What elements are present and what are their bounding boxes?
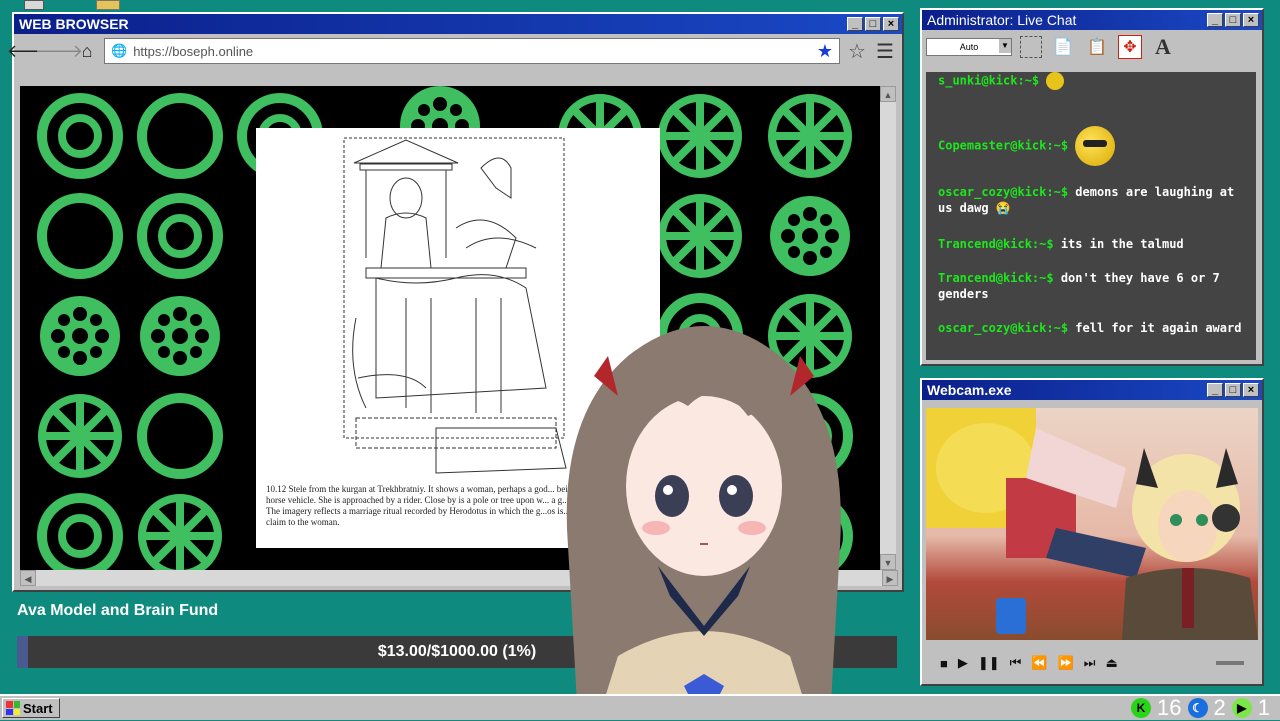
stop-icon[interactable]: ■ [940, 656, 948, 671]
windows-logo-icon [6, 701, 20, 715]
menu-icon[interactable]: ☰ [874, 40, 896, 63]
media-player-controls: ■ ▶ ❚❚ ⏮ ⏪ ⏩ ⏭ ⏏ [926, 648, 1258, 678]
browser-titlebar[interactable]: WEB BROWSER _ □ × [14, 14, 902, 34]
chat-message: Copemaster@kick:~$ [938, 126, 1244, 166]
skip-back-icon[interactable]: ⏮ [1010, 655, 1022, 671]
chat-text: its in the talmud [1060, 237, 1184, 251]
play-icon[interactable]: ▶ [1231, 698, 1252, 718]
minimize-button[interactable]: _ [1207, 383, 1223, 397]
chat-messages[interactable]: s_unki@kick:~$ Copemaster@kick:~$ oscar_… [926, 72, 1256, 360]
moon-icon[interactable]: ☾ [1187, 698, 1208, 718]
globe-icon: 🌐 [111, 43, 128, 58]
scroll-right-icon[interactable]: ▶ [882, 570, 898, 586]
figure-caption: 10.12 Stele from the kurgan at Trekhbrat… [266, 484, 595, 527]
volume-slider[interactable] [1216, 661, 1244, 665]
chat-toolbar: Auto ▼ 📄 📋 ✥ A [922, 30, 1262, 64]
url-text[interactable]: https://boseph.online [133, 44, 811, 59]
browser-title: WEB BROWSER [19, 16, 129, 32]
chat-message: oscar_cozy@kick:~$ fell for it again awa… [938, 320, 1244, 336]
kick-count: 16 [1157, 695, 1182, 720]
copy-icon[interactable]: 📄 [1050, 34, 1076, 60]
close-button[interactable]: × [883, 17, 899, 31]
chat-text: fell for it again award [1075, 321, 1242, 335]
rewind-icon[interactable]: ⏪ [1031, 655, 1047, 671]
chat-username: oscar_cozy@kick:~$ [938, 185, 1069, 199]
chat-title: Administrator: Live Chat [927, 12, 1077, 28]
browser-navbar: 🡐 🡒 ⌂ 🌐 https://boseph.online ★ ☆ ☰ [7, 34, 902, 68]
scroll-up-icon[interactable]: ▲ [880, 86, 896, 102]
desktop-computer-icon[interactable] [24, 0, 44, 10]
chevron-down-icon[interactable]: ▼ [999, 39, 1011, 53]
start-label: Start [23, 700, 53, 716]
play-icon[interactable]: ▶ [958, 655, 968, 671]
sunglasses-emote-icon [1075, 126, 1116, 166]
select-tool-icon[interactable] [1020, 36, 1042, 58]
emote-icon [1046, 72, 1065, 90]
close-button[interactable]: × [1243, 383, 1259, 397]
forward-arrow-icon[interactable]: 🡒 [35, 40, 83, 62]
play-count: 1 [1257, 695, 1270, 720]
maximize-button[interactable]: □ [1225, 13, 1241, 27]
move-icon[interactable]: ✥ [1118, 35, 1142, 59]
skip-forward-icon[interactable]: ⏭ [1084, 655, 1096, 671]
chat-username: Copemaster@kick:~$ [938, 138, 1069, 153]
taskbar: Start K 16 ☾ 2 ▶ 1 [0, 694, 1280, 720]
moon-count: 2 [1213, 695, 1226, 720]
maximize-button[interactable]: □ [1225, 383, 1241, 397]
pause-icon[interactable]: ❚❚ [978, 655, 1000, 671]
bookmark-star-icon[interactable]: ★ [817, 41, 833, 62]
eject-icon[interactable]: ⏏ [1105, 655, 1117, 671]
chat-username: s_unki@kick:~$ [938, 73, 1040, 88]
scroll-left-icon[interactable]: ◀ [20, 570, 36, 586]
home-icon[interactable]: ⌂ [76, 40, 98, 62]
chat-username: Trancend@kick:~$ [938, 237, 1054, 251]
zoom-value: Auto [959, 42, 979, 52]
fund-title: Ava Model and Brain Fund [17, 602, 219, 619]
zoom-select[interactable]: Auto ▼ [926, 38, 1012, 56]
text-tool-icon[interactable]: A [1150, 34, 1176, 60]
favorites-star-icon[interactable]: ☆ [846, 40, 868, 63]
desktop-folder-icon[interactable] [96, 0, 120, 10]
chat-message: Trancend@kick:~$ its in the talmud [938, 236, 1244, 252]
scroll-down-icon[interactable]: ▼ [880, 554, 896, 570]
chat-message: oscar_cozy@kick:~$ demons are laughing a… [938, 184, 1244, 216]
chat-message: s_unki@kick:~$ [938, 72, 1244, 90]
maximize-button[interactable]: □ [865, 17, 881, 31]
system-tray: K 16 ☾ 2 ▶ 1 [1131, 695, 1270, 720]
chat-titlebar[interactable]: Administrator: Live Chat _ □ × [922, 10, 1262, 30]
webcam-feed [926, 408, 1258, 640]
minimize-button[interactable]: _ [1207, 13, 1223, 27]
fast-forward-icon[interactable]: ⏩ [1058, 655, 1074, 671]
chat-window: Administrator: Live Chat _ □ × Auto ▼ 📄 … [920, 8, 1264, 366]
kick-icon[interactable]: K [1131, 698, 1152, 718]
chat-message: Trancend@kick:~$ don't they have 6 or 7 … [938, 270, 1244, 302]
vtuber-avatar [566, 326, 841, 720]
webcam-window: Webcam.exe _ □ × ■ ▶ ❚❚ ⏮ ⏪ ⏩ ⏭ ⏏ [920, 378, 1264, 686]
chat-username: Trancend@kick:~$ [938, 271, 1054, 285]
address-bar[interactable]: 🌐 https://boseph.online ★ [104, 38, 840, 64]
start-button[interactable]: Start [2, 698, 60, 718]
close-button[interactable]: × [1243, 13, 1259, 27]
paste-icon[interactable]: 📋 [1084, 34, 1110, 60]
minimize-button[interactable]: _ [847, 17, 863, 31]
vertical-scrollbar[interactable]: ▲ ▼ [880, 86, 896, 570]
webcam-titlebar[interactable]: Webcam.exe _ □ × [922, 380, 1262, 400]
webcam-title: Webcam.exe [927, 382, 1012, 398]
chat-username: oscar_cozy@kick:~$ [938, 321, 1069, 335]
webcam-illustration [926, 408, 1258, 640]
